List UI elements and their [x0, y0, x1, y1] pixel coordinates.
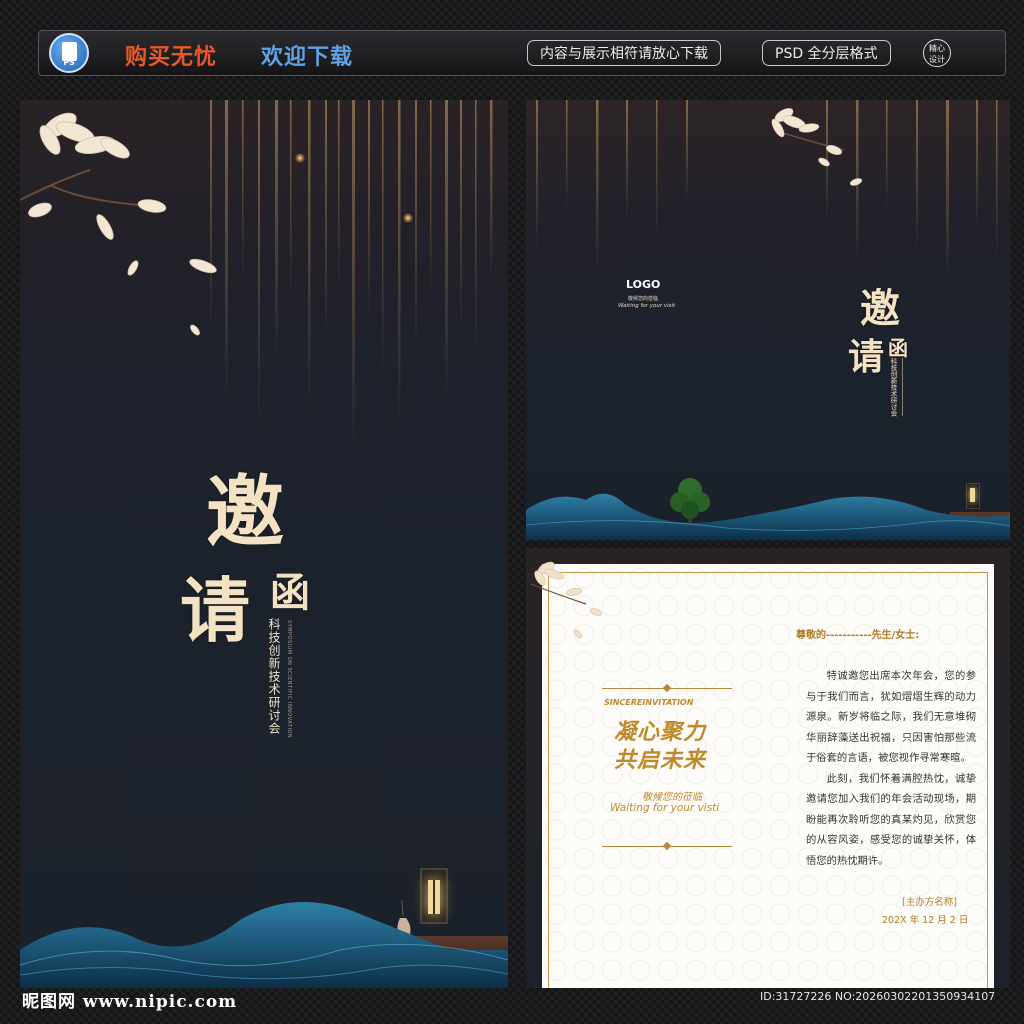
- cover-subtitle: 科技创新技术研讨会: [889, 358, 897, 417]
- cover-title-han: 函: [888, 336, 908, 360]
- psd-icon-label: PS: [63, 58, 75, 67]
- slogan-download: 欢迎下载: [261, 45, 354, 70]
- slogan-line2: 共启未来: [614, 748, 707, 773]
- logo-text: LOGO: [626, 278, 661, 291]
- wait-en: Waiting for your visti: [610, 802, 720, 814]
- wait-cn: 敬候您的莅临: [642, 792, 702, 803]
- psd-file-icon: PS: [49, 33, 89, 73]
- blue-mountains: [526, 493, 1010, 540]
- badge-line1: 精心: [929, 44, 945, 53]
- invitation-cover: LOGO 敬候您的莅临 Waiting for your visit 邀 请 函…: [526, 100, 1010, 540]
- slogan-buy: 购买无忧: [125, 45, 218, 70]
- light-glow: [403, 213, 413, 223]
- poster-title-han: 函: [270, 569, 310, 616]
- design-badge: 精心 设计: [923, 39, 951, 67]
- letter-date: 202X 年 12 月 2 日: [882, 915, 969, 926]
- poster-subtitle: 科技创新技术研讨会: [267, 618, 281, 735]
- invitation-letter: SINCEREINVITATION 凝心聚力 共启未来 敬候您的莅临 Waiti…: [526, 548, 1010, 988]
- magnolia-flower-icon: [771, 108, 863, 186]
- logo-en: Waiting for your visit: [618, 303, 676, 309]
- letter-paragraph-1: 特诚邀您出席本次年会，您的参与于我们而言，犹如熠熠生辉的动力源泉。新岁将临之际，…: [806, 670, 976, 764]
- host-name: [主办方名称]: [902, 897, 957, 908]
- badge-line2: 设计: [929, 55, 945, 64]
- letter-paragraph-2: 此刻，我们怀着满腔热忱，诚挚邀请您加入我们的年会活动现场，期盼能再次聆听您的真某…: [806, 772, 976, 867]
- cover-title-yao: 邀: [860, 285, 900, 332]
- divider: [902, 358, 903, 416]
- magnolia-flower-icon: [530, 561, 603, 639]
- site-watermark: 昵图网 www.nipic.com: [22, 992, 238, 1012]
- sincere-invitation-label: SINCEREINVITATION: [604, 698, 694, 707]
- poster-title-yao: 邀: [206, 467, 285, 558]
- poster-title-qing: 请: [180, 569, 250, 652]
- poster-subtitle-en: SYMPOSIUM ON SCIENTIFIC INNOVATION: [286, 620, 292, 739]
- image-id: ID:31727226 NO:20260302201350934107: [760, 990, 996, 1003]
- letter-card: SINCEREINVITATION 凝心聚力 共启未来 敬候您的莅临 Waiti…: [530, 561, 994, 988]
- blue-mountains: [20, 902, 508, 988]
- greeting: 尊敬的-----------先生/女士:: [796, 630, 920, 641]
- invitation-poster: 邀 请 函 科技创新技术研讨会 SYMPOSIUM ON SCIENTIFIC …: [20, 100, 508, 988]
- top-banner: PS 购买无忧 欢迎下载 内容与展示相符请放心下载 PSD 全分层格式 精心 设…: [38, 30, 1006, 76]
- psd-format-tag: PSD 全分层格式: [762, 40, 891, 66]
- light-glow: [295, 153, 305, 163]
- logo-cn: 敬候您的莅临: [628, 296, 659, 302]
- letter-body: 特诚邀您出席本次年会，您的参与于我们而言，犹如熠熠生辉的动力源泉。新岁将临之际，…: [806, 666, 976, 871]
- cover-title-qing: 请: [848, 336, 885, 378]
- magnolia-flower-icon: [20, 112, 217, 336]
- content-match-tag: 内容与展示相符请放心下载: [527, 40, 721, 66]
